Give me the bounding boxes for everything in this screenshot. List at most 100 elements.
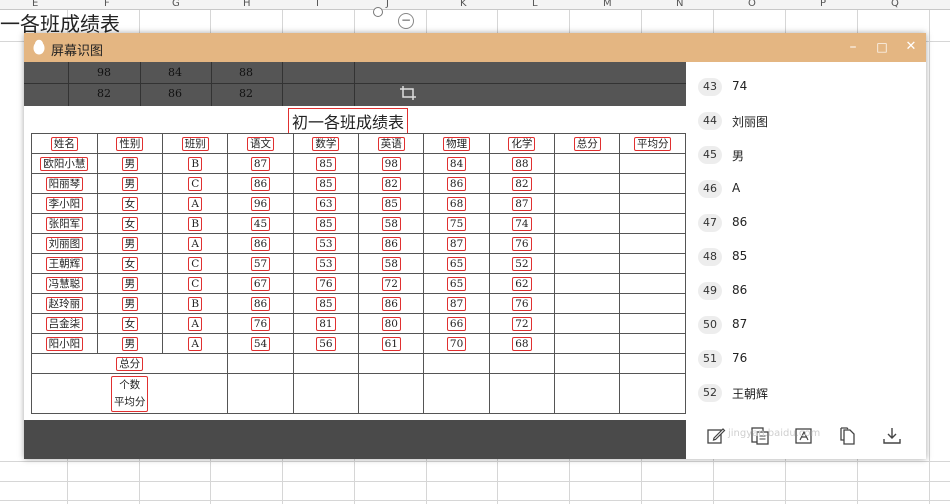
- maximize-button[interactable]: □: [873, 38, 891, 56]
- ocr-box[interactable]: C: [188, 256, 203, 271]
- ocr-box[interactable]: 个数 平均分: [110, 375, 149, 412]
- column-header[interactable]: P: [820, 0, 826, 9]
- ocr-box[interactable]: 86: [381, 296, 401, 311]
- result-text[interactable]: 王朝辉: [732, 385, 768, 402]
- ocr-box[interactable]: 欧阳小慧: [40, 157, 89, 171]
- ocr-box[interactable]: 85: [316, 296, 336, 311]
- column-header[interactable]: H: [243, 0, 251, 9]
- ocr-box[interactable]: A: [188, 336, 203, 351]
- ocr-box[interactable]: 74: [512, 216, 532, 231]
- ocr-box[interactable]: 男: [121, 337, 139, 351]
- ocr-box[interactable]: 45: [250, 216, 271, 231]
- ocr-box[interactable]: 男: [121, 237, 139, 251]
- ocr-box[interactable]: A: [188, 196, 203, 211]
- ocr-box[interactable]: 61: [381, 336, 401, 351]
- ocr-box[interactable]: 84: [446, 156, 467, 171]
- ocr-box[interactable]: 76: [316, 276, 336, 291]
- column-header[interactable]: L: [532, 0, 538, 9]
- result-text[interactable]: 76: [732, 351, 747, 365]
- ocr-box[interactable]: 物理: [443, 137, 471, 151]
- ocr-box[interactable]: 88: [512, 156, 532, 171]
- ocr-box[interactable]: 85: [316, 216, 336, 231]
- ocr-box[interactable]: 平均分: [633, 137, 672, 151]
- ocr-box[interactable]: 52: [512, 256, 532, 271]
- ocr-box[interactable]: 67: [250, 276, 271, 291]
- window-titlebar[interactable]: 屏幕识图 – □ ✕: [24, 33, 926, 62]
- result-text[interactable]: 87: [732, 317, 747, 331]
- ocr-box[interactable]: 语文: [247, 137, 275, 151]
- result-text[interactable]: 86: [732, 283, 747, 297]
- ocr-box[interactable]: 62: [512, 276, 532, 291]
- ocr-box[interactable]: 男: [121, 277, 139, 291]
- ocr-box[interactable]: 86: [381, 236, 401, 251]
- column-header[interactable]: I: [316, 0, 319, 9]
- ocr-box[interactable]: 女: [121, 257, 139, 271]
- ocr-box[interactable]: 英语: [377, 137, 405, 151]
- ocr-box[interactable]: 75: [446, 216, 467, 231]
- copy-icon[interactable]: [838, 426, 858, 446]
- ocr-box[interactable]: 65: [446, 276, 467, 291]
- ocr-box[interactable]: 87: [512, 196, 532, 211]
- ocr-box[interactable]: A: [188, 236, 203, 251]
- edit-icon[interactable]: [706, 426, 726, 446]
- ocr-box[interactable]: C: [188, 176, 203, 191]
- ocr-box[interactable]: 李小阳: [45, 197, 84, 211]
- ocr-box[interactable]: 阳丽琴: [45, 177, 84, 191]
- ocr-box[interactable]: 阳小阳: [45, 337, 84, 351]
- ocr-box[interactable]: 65: [446, 256, 467, 271]
- ocr-box[interactable]: 57: [250, 256, 271, 271]
- ocr-box[interactable]: 82: [512, 176, 532, 191]
- ocr-box[interactable]: 53: [316, 256, 336, 271]
- column-header[interactable]: Q: [891, 0, 899, 9]
- ocr-box[interactable]: 76: [512, 296, 532, 311]
- result-text[interactable]: 男: [732, 147, 744, 164]
- column-header[interactable]: M: [603, 0, 612, 9]
- ocr-box[interactable]: 68: [446, 196, 467, 211]
- ocr-box[interactable]: 72: [381, 276, 401, 291]
- result-text[interactable]: 刘丽图: [732, 113, 768, 130]
- minimize-button[interactable]: –: [844, 38, 862, 56]
- ocr-box[interactable]: 女: [121, 197, 139, 211]
- ocr-box[interactable]: 性别: [116, 137, 144, 151]
- column-header[interactable]: K: [460, 0, 467, 9]
- result-text[interactable]: A: [732, 181, 740, 195]
- ocr-box[interactable]: 70: [446, 336, 467, 351]
- ocr-box[interactable]: 58: [381, 256, 401, 271]
- ocr-box[interactable]: 87: [250, 156, 271, 171]
- ocr-box[interactable]: 女: [121, 317, 139, 331]
- ocr-box[interactable]: 86: [250, 296, 271, 311]
- column-header[interactable]: O: [748, 0, 756, 9]
- ocr-box[interactable]: 76: [250, 316, 271, 331]
- column-header[interactable]: G: [172, 0, 180, 9]
- ocr-box[interactable]: 冯慧聪: [45, 277, 84, 291]
- ocr-box[interactable]: 80: [381, 316, 401, 331]
- ocr-box[interactable]: 化学: [508, 137, 536, 151]
- column-header[interactable]: J: [386, 0, 389, 9]
- ocr-box[interactable]: 86: [250, 236, 271, 251]
- ocr-box[interactable]: 吕金柒: [45, 317, 84, 331]
- ocr-box[interactable]: 87: [446, 236, 467, 251]
- ocr-box[interactable]: 姓名: [50, 137, 78, 151]
- ocr-box[interactable]: 男: [121, 177, 139, 191]
- ocr-box[interactable]: 72: [512, 316, 532, 331]
- ocr-box[interactable]: 数学: [312, 137, 340, 151]
- ocr-box[interactable]: 总分: [573, 137, 601, 151]
- ocr-box[interactable]: 85: [316, 176, 336, 191]
- ocr-box[interactable]: 85: [316, 156, 336, 171]
- close-button[interactable]: ✕: [902, 38, 920, 56]
- ocr-box[interactable]: 54: [250, 336, 271, 351]
- collapse-button[interactable]: −: [398, 13, 414, 29]
- ocr-box[interactable]: 82: [381, 176, 401, 191]
- result-text[interactable]: 85: [732, 249, 747, 263]
- result-text[interactable]: 86: [732, 215, 747, 229]
- ocr-box[interactable]: B: [188, 296, 203, 311]
- ocr-box[interactable]: 66: [446, 316, 467, 331]
- ocr-box[interactable]: 85: [381, 196, 401, 211]
- ocr-box[interactable]: 87: [446, 296, 467, 311]
- ocr-box[interactable]: 王朝辉: [45, 257, 84, 271]
- ocr-box[interactable]: 男: [121, 157, 139, 171]
- ocr-box[interactable]: 76: [512, 236, 532, 251]
- ocr-box[interactable]: A: [188, 316, 203, 331]
- ocr-box[interactable]: 56: [316, 336, 336, 351]
- ocr-box[interactable]: 女: [121, 217, 139, 231]
